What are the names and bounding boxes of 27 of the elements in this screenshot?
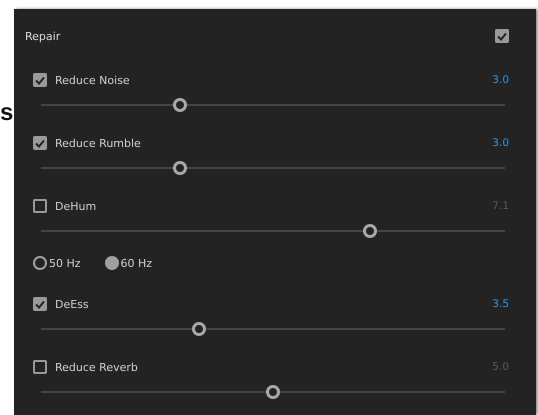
value-readout: 3.5 bbox=[492, 298, 509, 310]
effect-label: Reduce Reverb bbox=[55, 360, 139, 374]
radio-button[interactable] bbox=[104, 256, 119, 270]
effect-label: DeHum bbox=[55, 200, 98, 212]
checkbox[interactable] bbox=[33, 136, 47, 150]
checkbox[interactable] bbox=[495, 29, 509, 43]
checkbox[interactable] bbox=[33, 199, 47, 213]
slider-thumb[interactable] bbox=[363, 224, 378, 238]
slider-thumb[interactable] bbox=[173, 161, 188, 175]
radio-label: 50 Hz bbox=[49, 256, 81, 270]
checkbox[interactable] bbox=[33, 73, 47, 87]
background-text: s bbox=[0, 99, 14, 127]
radio-option[interactable]: 50 Hz bbox=[33, 256, 81, 270]
value-readout: 3.0 bbox=[492, 137, 509, 149]
radio-button[interactable] bbox=[33, 256, 47, 270]
checkbox[interactable] bbox=[33, 297, 47, 311]
slider-thumb[interactable] bbox=[173, 98, 188, 112]
slider-thumb[interactable] bbox=[192, 322, 206, 336]
radio-label: 60 Hz bbox=[120, 256, 152, 270]
slider-thumb[interactable] bbox=[266, 385, 280, 399]
panel-title: Repair bbox=[25, 30, 60, 42]
value-readout: 3.0 bbox=[492, 74, 509, 86]
effect-label: Reduce Rumble bbox=[55, 136, 142, 150]
checkbox[interactable] bbox=[33, 360, 47, 374]
effect-label: Reduce Noise bbox=[55, 74, 131, 86]
effect-label: DeEss bbox=[55, 298, 90, 310]
radio-option[interactable]: 60 Hz bbox=[104, 256, 152, 270]
